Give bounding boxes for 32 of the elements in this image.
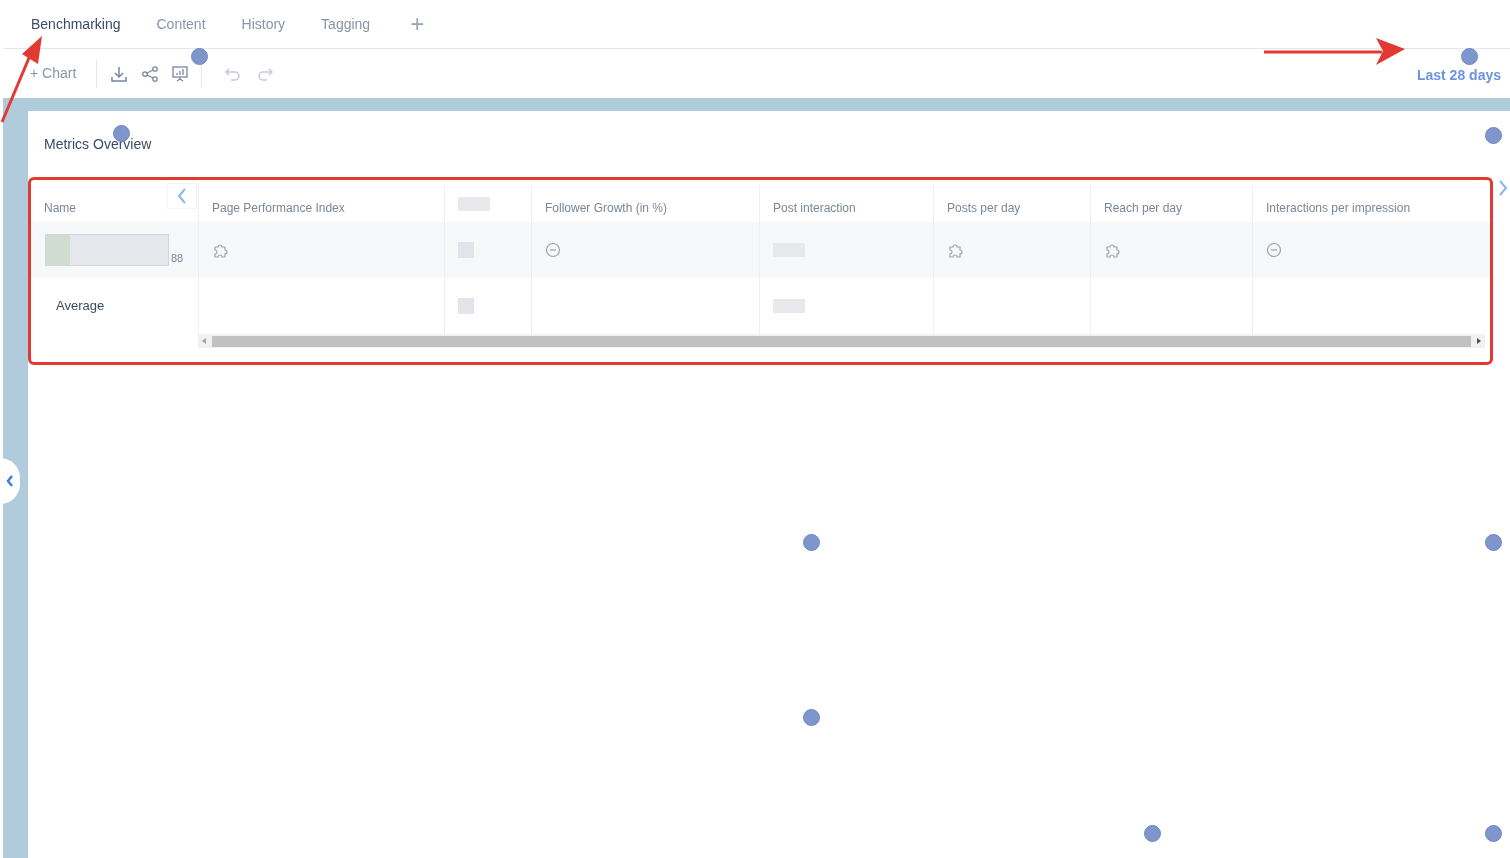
puzzle-icon (212, 242, 228, 258)
sidebar-toggle-button[interactable] (0, 458, 20, 504)
share-icon[interactable] (141, 64, 160, 83)
undo-icon[interactable] (224, 66, 243, 81)
follower-count: 88 (171, 250, 184, 266)
chevron-right-icon[interactable] (1498, 180, 1508, 196)
minus-circle-icon (545, 242, 561, 258)
date-range-button[interactable]: Last 28 days (1416, 64, 1501, 86)
chevron-left-icon (6, 475, 14, 487)
column-header: Interactions per impression (1266, 200, 1411, 217)
column-header: Page Performance Index (212, 200, 345, 217)
add-tab-button[interactable]: + (410, 12, 425, 36)
column-header: Name (44, 200, 76, 217)
tab[interactable]: Content (156, 13, 206, 35)
redo-icon[interactable] (256, 66, 275, 81)
panel-title: Metrics Overview (44, 135, 152, 154)
tab[interactable]: History (241, 13, 286, 35)
chevron-left-icon (177, 188, 187, 204)
tab[interactable]: Tagging (321, 13, 371, 35)
column-header: Reach per day (1104, 200, 1183, 217)
presentation-icon[interactable] (171, 64, 190, 83)
tab[interactable]: Benchmarking (31, 13, 121, 35)
column-header: Follower Growth (in %) (545, 200, 668, 217)
scroll-left-button[interactable] (167, 183, 197, 209)
row-label: Average (56, 297, 105, 316)
blurred-value (458, 298, 474, 314)
minus-circle-icon (1266, 242, 1282, 258)
column-header: Post interaction (773, 200, 856, 217)
puzzle-icon (1104, 242, 1120, 258)
horizontal-scrollbar[interactable] (198, 334, 1485, 348)
column-header: Posts per day (947, 200, 1021, 217)
puzzle-icon (947, 242, 963, 258)
